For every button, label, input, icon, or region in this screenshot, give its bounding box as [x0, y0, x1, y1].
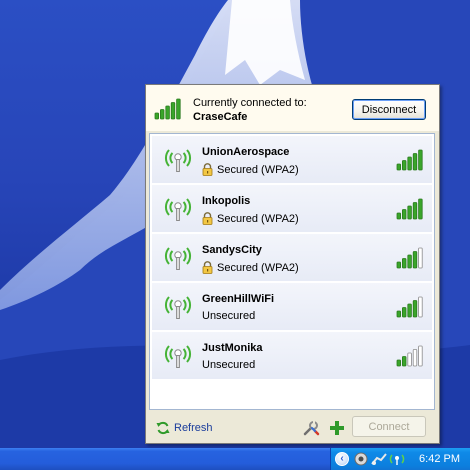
- signal-bar: [396, 212, 401, 220]
- signal-bar: [418, 149, 423, 171]
- signal-strength-icon: [396, 149, 423, 171]
- network-security-status: Secured (WPA2): [202, 212, 299, 225]
- network-security-status: Secured (WPA2): [202, 163, 299, 176]
- lock-icon: [202, 163, 213, 176]
- lock-icon: [202, 212, 213, 225]
- wifi-antenna-icon: [165, 149, 191, 172]
- network-name: JustMonika: [202, 342, 263, 354]
- signal-bar: [402, 258, 407, 269]
- network-security-status: Unsecured: [202, 310, 255, 322]
- connect-button[interactable]: Connect: [352, 416, 426, 437]
- network-status-label: Unsecured: [202, 359, 256, 371]
- signal-bar: [418, 198, 423, 220]
- signal-bar: [165, 105, 170, 120]
- signal-strength-icon: [396, 345, 423, 367]
- safely-remove-hardware-icon[interactable]: [371, 451, 387, 467]
- signal-bar: [412, 300, 418, 318]
- signal-bar: [402, 307, 407, 318]
- network-list: UnionAerospace Secured (WPA2) Inkopolis: [149, 133, 435, 410]
- connected-network-name: CraseCafe: [193, 111, 248, 123]
- network-list-item[interactable]: GreenHillWiFi Unsecured: [152, 283, 432, 330]
- popup-header: Currently connected to: CraseCafe Discon…: [146, 85, 439, 131]
- network-name: SandysCity: [202, 244, 262, 256]
- signal-bar: [418, 296, 423, 318]
- signal-strength-icon: [396, 247, 423, 269]
- network-list-item[interactable]: UnionAerospace Secured (WPA2): [152, 136, 432, 183]
- signal-bar: [402, 356, 407, 367]
- signal-bar: [407, 254, 412, 269]
- network-status-label: Secured (WPA2): [217, 163, 299, 176]
- disconnect-button[interactable]: Disconnect: [352, 99, 426, 120]
- signal-bar: [402, 160, 407, 171]
- connected-label: Currently connected to:: [193, 97, 307, 109]
- signal-bar: [407, 156, 412, 171]
- show-hidden-icons-button[interactable]: ‹: [335, 452, 349, 466]
- signal-bar: [402, 209, 407, 220]
- signal-bar: [160, 109, 165, 120]
- signal-bar: [412, 202, 418, 220]
- refresh-icon: [156, 421, 170, 435]
- network-list-item[interactable]: JustMonika Unsecured: [152, 332, 432, 379]
- signal-bar: [176, 98, 181, 120]
- signal-bar: [170, 102, 176, 120]
- system-tray: ‹ 6:42 PM: [330, 448, 470, 470]
- wireless-networks-popup: Currently connected to: CraseCafe Discon…: [145, 84, 440, 444]
- taskbar: ‹ 6:42 PM: [0, 448, 470, 470]
- wireless-tray-icon[interactable]: [389, 451, 405, 467]
- settings-wrench-icon[interactable]: [302, 419, 320, 437]
- signal-bar: [396, 163, 401, 171]
- signal-bar: [418, 345, 423, 367]
- speaker-icon[interactable]: [353, 451, 369, 467]
- add-network-icon[interactable]: [328, 419, 346, 437]
- signal-bar: [396, 359, 401, 367]
- signal-bar: [418, 247, 423, 269]
- refresh-link[interactable]: Refresh: [156, 421, 213, 435]
- refresh-label: Refresh: [174, 422, 213, 434]
- signal-bars-icon: [154, 98, 181, 120]
- signal-bar: [396, 310, 401, 318]
- signal-bar: [154, 112, 159, 120]
- wifi-antenna-icon: [165, 345, 191, 368]
- network-name: UnionAerospace: [202, 146, 290, 158]
- network-list-item[interactable]: SandysCity Secured (WPA2): [152, 234, 432, 281]
- network-name: GreenHillWiFi: [202, 293, 275, 305]
- network-status-label: Secured (WPA2): [217, 261, 299, 274]
- network-status-label: Unsecured: [202, 310, 256, 322]
- lock-icon: [202, 261, 213, 274]
- signal-bar: [407, 303, 412, 318]
- network-security-status: Unsecured: [202, 359, 255, 371]
- signal-bar: [412, 153, 418, 171]
- signal-bar: [396, 261, 401, 269]
- wifi-antenna-icon: [165, 247, 191, 270]
- network-security-status: Secured (WPA2): [202, 261, 299, 274]
- signal-bar: [412, 349, 418, 367]
- network-status-label: Secured (WPA2): [217, 212, 299, 225]
- wifi-antenna-icon: [165, 296, 191, 319]
- popup-footer: Refresh Connect: [146, 413, 439, 443]
- network-list-item[interactable]: Inkopolis Secured (WPA2): [152, 185, 432, 232]
- clock[interactable]: 6:42 PM: [419, 453, 460, 465]
- signal-strength-icon: [396, 296, 423, 318]
- signal-bar: [407, 205, 412, 220]
- wifi-antenna-icon: [165, 198, 191, 221]
- signal-strength-icon: [396, 198, 423, 220]
- signal-bar: [412, 251, 418, 269]
- network-name: Inkopolis: [202, 195, 251, 207]
- signal-bar: [407, 352, 412, 367]
